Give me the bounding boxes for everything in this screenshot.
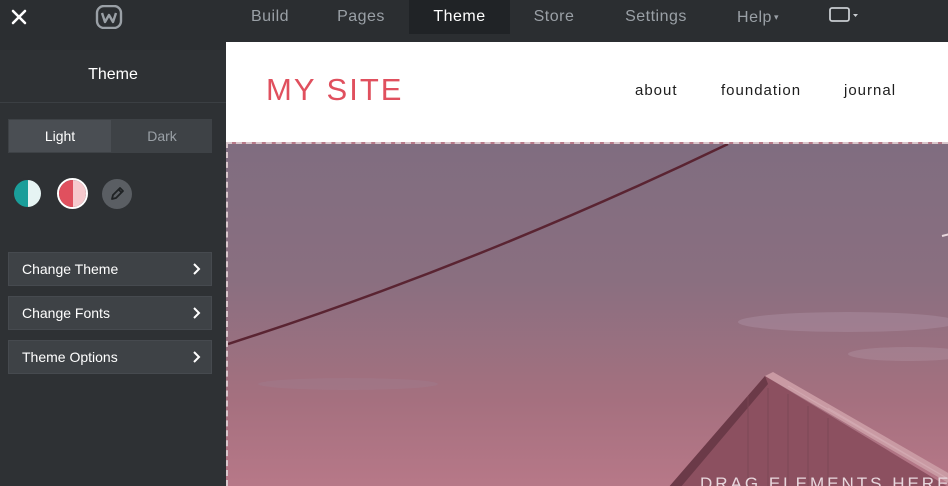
weebly-logo-icon[interactable] <box>95 4 123 30</box>
nav-link-journal[interactable]: journal <box>844 82 896 99</box>
close-icon[interactable] <box>8 5 30 29</box>
tab-settings[interactable]: Settings <box>611 0 701 34</box>
theme-sidebar: Theme Light Dark Change Theme Change Fon… <box>0 34 226 486</box>
light-dark-toggle: Light Dark <box>8 119 212 153</box>
hero-image <box>228 144 948 486</box>
change-theme-label: Change Theme <box>22 261 119 277</box>
change-fonts-label: Change Fonts <box>22 305 110 321</box>
nav-link-about[interactable]: about <box>635 82 678 99</box>
chevron-right-icon <box>193 351 201 363</box>
sidebar-title: Theme <box>0 50 226 103</box>
pencil-icon[interactable] <box>102 179 132 209</box>
hero-drop-zone[interactable]: DRAG ELEMENTS HERE <box>226 142 948 486</box>
tab-pages[interactable]: Pages <box>326 0 396 34</box>
drag-elements-hint: DRAG ELEMENTS HERE <box>700 474 948 486</box>
tab-store[interactable]: Store <box>522 0 586 34</box>
palette-swatch-teal[interactable] <box>12 178 43 209</box>
change-fonts-button[interactable]: Change Fonts <box>8 296 212 330</box>
tab-theme[interactable]: Theme <box>409 0 510 34</box>
theme-options-button[interactable]: Theme Options <box>8 340 212 374</box>
swatch-primary <box>14 180 28 207</box>
chevron-right-icon <box>193 263 201 275</box>
tab-build[interactable]: Build <box>236 0 304 34</box>
tab-help-label: Help <box>737 9 772 26</box>
change-theme-button[interactable]: Change Theme <box>8 252 212 286</box>
swatch-secondary <box>27 180 41 207</box>
desktop-view-icon[interactable] <box>826 6 862 26</box>
nav-link-foundation[interactable]: foundation <box>721 82 801 99</box>
theme-options-label: Theme Options <box>22 349 118 365</box>
palette-swatch-coral[interactable] <box>57 178 88 209</box>
site-title[interactable]: MY SITE <box>266 72 403 108</box>
site-preview: MY SITE about foundation journal DRAG EL… <box>226 42 948 486</box>
dark-option[interactable]: Dark <box>111 120 213 152</box>
chevron-right-icon <box>193 307 201 319</box>
chevron-down-icon: ▾ <box>773 12 779 22</box>
sidebar-panel: Theme Light Dark Change Theme Change Fon… <box>0 50 226 486</box>
top-bar: Build Pages Theme Store Settings Help ▾ <box>0 0 948 34</box>
site-header: MY SITE about foundation journal <box>226 42 948 142</box>
swatch-primary <box>59 180 73 207</box>
tab-help[interactable]: Help ▾ <box>726 0 790 34</box>
light-option[interactable]: Light <box>9 120 111 152</box>
swatch-secondary <box>72 180 86 207</box>
